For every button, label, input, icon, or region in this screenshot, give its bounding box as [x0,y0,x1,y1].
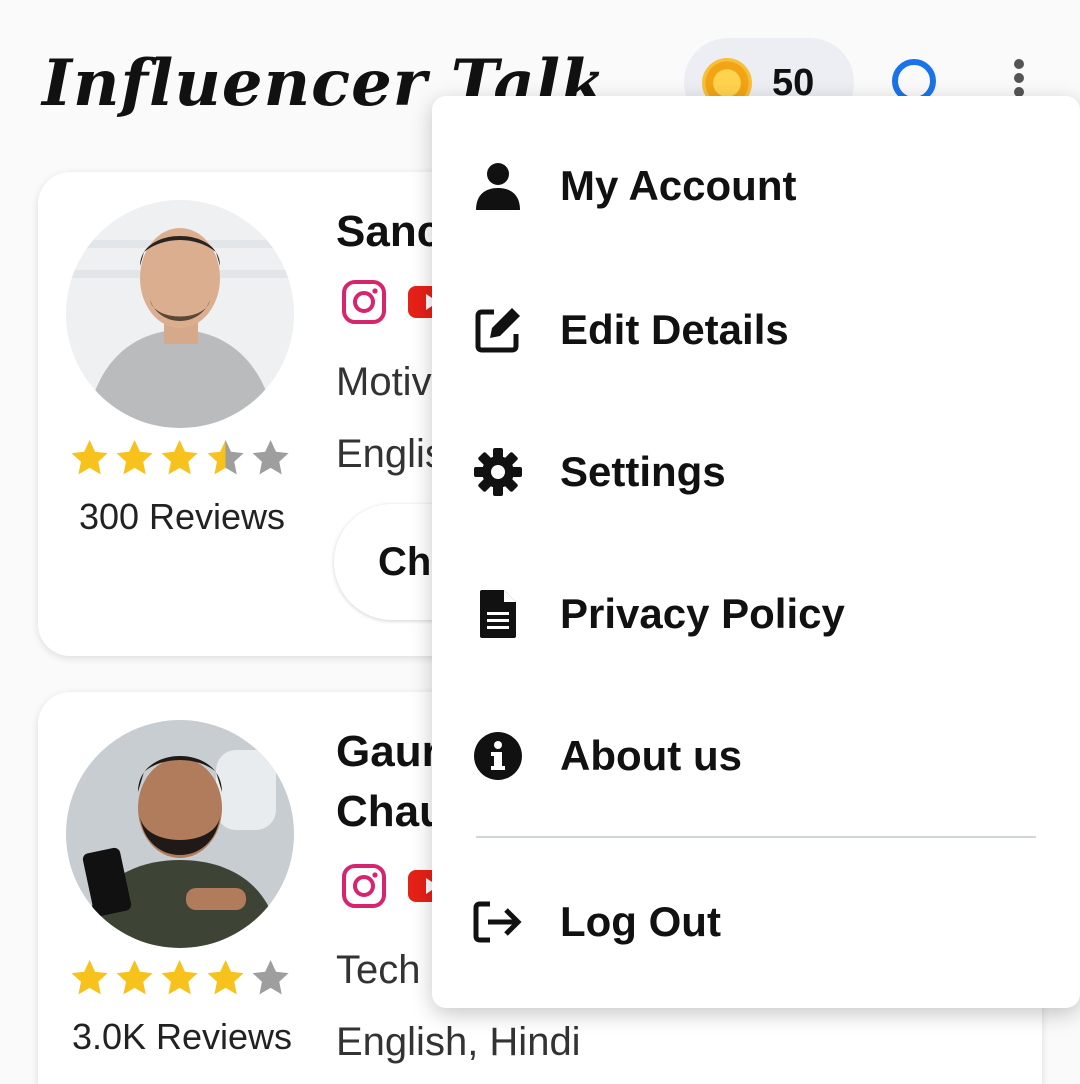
menu-item-label: Settings [560,448,726,495]
menu-item-privacy-policy[interactable]: Privacy Policy [432,546,1080,676]
star-empty-icon [252,439,289,475]
star-filled-icon [71,959,108,995]
star-filled-icon [162,439,199,475]
influencer-languages: Englis [336,432,445,476]
menu-item-my-account[interactable]: My Account [432,118,1080,248]
menu-item-edit-details[interactable]: Edit Details [432,262,1080,392]
influencer-category: Motiv [336,360,432,404]
avatar [66,200,294,428]
star-filled-icon [116,439,153,475]
info-icon [474,732,522,780]
menu-item-label: Privacy Policy [560,590,845,637]
influencer-name: Sanc [336,207,442,256]
menu-item-about-us[interactable]: About us [432,688,1080,818]
review-count: 3.0K Reviews [71,1016,293,1057]
edit-icon [475,308,520,353]
review-count: 300 Reviews [78,496,286,537]
star-filled-icon [162,959,199,995]
instagram-icon[interactable] [340,862,388,910]
menu-item-label: My Account [560,162,797,209]
menu-item-log-out[interactable]: Log Out [432,854,1080,984]
avatar [66,720,294,948]
menu-item-label: Edit Details [560,306,789,353]
menu-item-label: About us [560,732,742,779]
rating-stars [68,956,292,1000]
chat-button-label: Ch [378,540,432,584]
logout-icon [473,901,522,943]
menu-divider [476,836,1036,838]
document-icon [480,590,516,638]
influencer-languages: English, Hindi [336,1020,581,1064]
gear-icon [474,448,522,496]
star-filled-icon [71,439,108,475]
star-half-icon [207,439,244,475]
overflow-menu: My Account Edit Details Settings Privacy… [432,96,1080,1008]
person-icon [476,163,520,210]
menu-item-label: Log Out [560,898,721,945]
menu-item-settings[interactable]: Settings [432,404,1080,534]
influencer-category: Tech [336,948,421,992]
more-vertical-icon[interactable] [1004,58,1034,98]
star-empty-icon [252,959,289,995]
rating-stars [68,436,292,480]
star-filled-icon [116,959,153,995]
star-filled-icon [207,959,244,995]
instagram-icon[interactable] [340,278,388,326]
